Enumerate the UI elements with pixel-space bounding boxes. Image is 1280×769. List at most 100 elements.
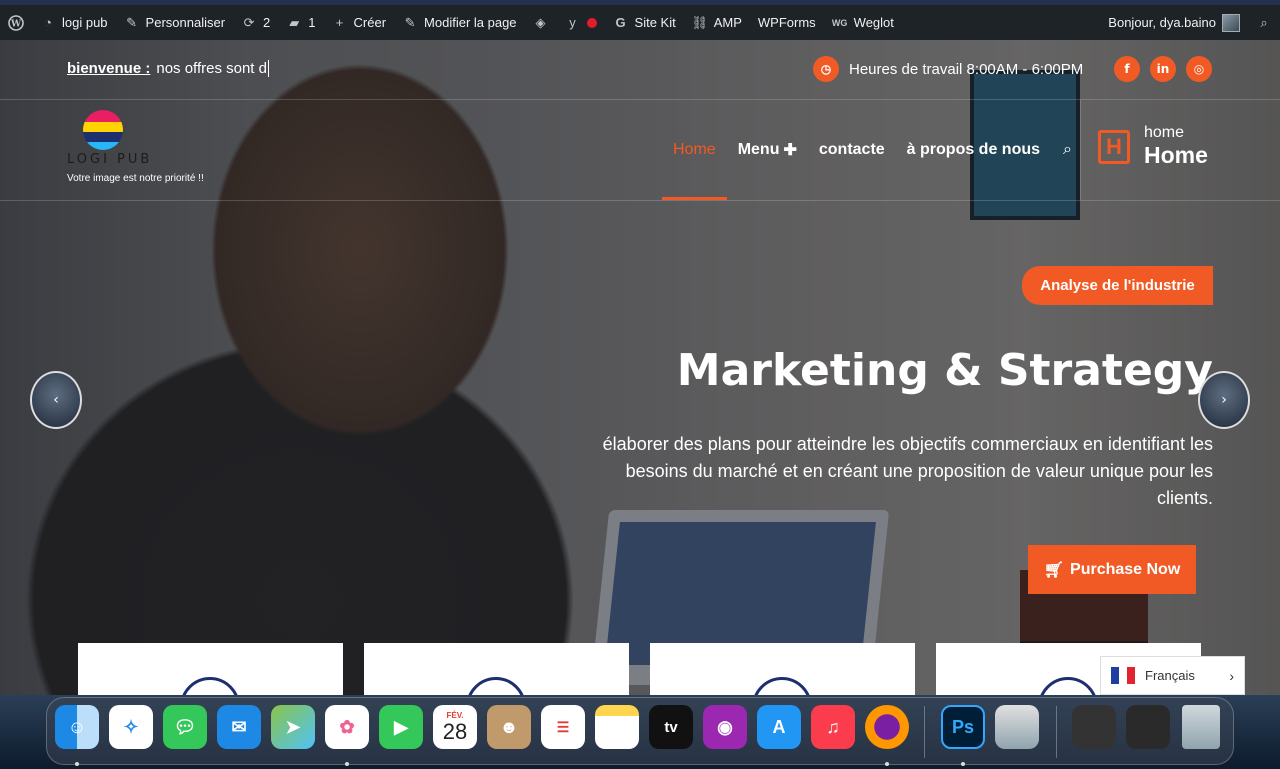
wordpress-logo-menu[interactable]: W	[0, 5, 32, 40]
comments-link[interactable]: ▰ 1	[278, 5, 323, 40]
dock-separator	[924, 706, 925, 758]
edit-page-label: Modifier la page	[424, 15, 517, 30]
contacts-icon[interactable]: ☻	[487, 705, 531, 749]
weglot-label: Weglot	[853, 15, 894, 30]
google-icon: G	[615, 15, 626, 30]
updates-link[interactable]: ⟳ 2	[233, 5, 278, 40]
running-indicator	[345, 762, 349, 766]
french-flag-icon	[1111, 667, 1135, 684]
greeting-label: Bonjour, dya.baino	[1108, 15, 1216, 30]
instagram-icon[interactable]: ◎	[1186, 56, 1212, 82]
running-indicator	[961, 762, 965, 766]
slider-next-button[interactable]: ›	[1198, 371, 1250, 429]
card-icon-circle	[752, 677, 812, 695]
card-icon-circle	[466, 677, 526, 695]
refresh-icon: ⟳	[243, 14, 255, 30]
nav-item-home[interactable]: Home	[662, 100, 727, 200]
linkedin-icon[interactable]: in	[1150, 56, 1176, 82]
wpforms-label: WPForms	[757, 15, 816, 30]
main-navbar: LOGI PUB Votre image est notre priorité …	[0, 100, 1280, 201]
working-hours: ◷ Heures de travail 8:00AM - 6:00PM	[813, 56, 1083, 82]
trash-icon[interactable]	[1182, 705, 1220, 749]
feature-card[interactable]	[364, 643, 629, 695]
podcasts-icon[interactable]: ◉	[703, 705, 747, 749]
finder-icon[interactable]: ☺	[55, 705, 99, 749]
weglot-link[interactable]: WG Weglot	[824, 5, 902, 40]
slide-title: Marketing & Strategy	[676, 345, 1213, 396]
welcome-text: nos offres sont d	[156, 60, 267, 77]
customize-label: Personnaliser	[145, 15, 226, 30]
minimized-window-icon[interactable]	[1072, 705, 1116, 749]
reminders-icon[interactable]: ☰	[541, 705, 585, 749]
updates-count: 2	[263, 15, 271, 30]
amp-label: AMP	[713, 15, 742, 30]
hero-slider: bienvenue : nos offres sont d ◷ Heures de…	[0, 40, 1280, 695]
diamond-menu[interactable]: ◈	[525, 5, 557, 40]
preview-icon[interactable]	[995, 705, 1039, 749]
mail-icon[interactable]: ✉	[217, 705, 261, 749]
photos-icon[interactable]: ✿	[325, 705, 369, 749]
diamond-icon: ◈	[535, 14, 546, 30]
purchase-now-button[interactable]: 🛒︎ Purchase Now	[1028, 545, 1196, 594]
h-logo-icon: H	[1098, 129, 1130, 164]
tv-label: tv	[664, 718, 678, 736]
nav-item-about[interactable]: à propos de nous	[896, 100, 1051, 200]
language-switcher[interactable]: Français ›	[1100, 656, 1245, 695]
site-logo[interactable]: LOGI PUB Votre image est notre priorité …	[67, 110, 227, 184]
photoshop-icon[interactable]: Ps	[941, 705, 985, 749]
comments-count: 1	[308, 15, 316, 30]
dashboard-icon: ◔	[44, 15, 52, 30]
firefox-icon[interactable]	[865, 705, 909, 749]
notes-icon[interactable]	[595, 705, 639, 749]
welcome-label: bienvenue :	[67, 60, 151, 77]
home-big-label: Home	[1144, 142, 1208, 168]
feature-cards	[78, 643, 1201, 695]
slide-badge: Analyse de l'industrie	[1022, 266, 1213, 305]
apple-tv-icon[interactable]: tv	[649, 705, 693, 749]
plus-icon: +	[335, 15, 344, 30]
ps-label: Ps	[951, 716, 975, 737]
create-label: Créer	[353, 15, 387, 30]
wp-admin-bar: W ◔ logi pub ✎ Personnaliser ⟳ 2 ▰ 1 + C…	[0, 0, 1280, 40]
running-indicator	[75, 762, 79, 766]
brush-icon: ✎	[126, 14, 137, 30]
safari-icon[interactable]: ✧	[109, 705, 153, 749]
top-info-bar: bienvenue : nos offres sont d ◷ Heures de…	[0, 40, 1280, 100]
music-icon[interactable]: ♫	[811, 705, 855, 749]
amp-link[interactable]: ⛓ AMP	[684, 5, 750, 40]
edit-page-link[interactable]: ✎ Modifier la page	[394, 5, 525, 40]
app-store-icon[interactable]: A	[757, 705, 801, 749]
site-name-label: logi pub	[62, 15, 108, 30]
home-widget[interactable]: H home Home	[1098, 124, 1208, 169]
sitekit-label: Site Kit	[634, 15, 676, 30]
feature-card[interactable]	[650, 643, 915, 695]
logo-mark	[83, 110, 123, 150]
yoast-menu[interactable]: y	[557, 5, 605, 40]
nav-item-menu[interactable]: Menu ✚	[727, 100, 808, 200]
site-name-link[interactable]: ◔ logi pub	[32, 5, 116, 40]
maps-icon[interactable]: ➤	[271, 705, 315, 749]
feature-card[interactable]	[78, 643, 343, 695]
sitekit-link[interactable]: G Site Kit	[605, 5, 684, 40]
language-label: Français	[1145, 668, 1195, 683]
weglot-icon: WG	[831, 17, 848, 28]
nav-divider	[1080, 100, 1081, 200]
clock-icon: ◷	[813, 56, 839, 82]
nav-item-contacte[interactable]: contacte	[808, 100, 896, 200]
messages-icon[interactable]: 💬︎	[163, 705, 207, 749]
wpforms-link[interactable]: WPForms	[750, 5, 824, 40]
chevron-right-icon: ›	[1221, 392, 1227, 408]
slider-prev-button[interactable]: ‹	[30, 371, 82, 429]
facebook-icon[interactable]: f	[1114, 56, 1140, 82]
hours-text: Heures de travail 8:00AM - 6:00PM	[849, 60, 1084, 78]
account-menu[interactable]: Bonjour, dya.baino	[1100, 5, 1248, 40]
admin-search[interactable]: ⌕	[1248, 5, 1280, 40]
calendar-day: 28	[442, 718, 468, 744]
calendar-icon[interactable]: FÉV. 28	[433, 705, 477, 749]
minimized-window-icon[interactable]	[1126, 705, 1170, 749]
logo-name: LOGI PUB	[67, 152, 153, 167]
facetime-icon[interactable]: ▶	[379, 705, 423, 749]
new-content-link[interactable]: + Créer	[324, 5, 395, 40]
customize-link[interactable]: ✎ Personnaliser	[116, 5, 234, 40]
running-indicator	[885, 762, 889, 766]
